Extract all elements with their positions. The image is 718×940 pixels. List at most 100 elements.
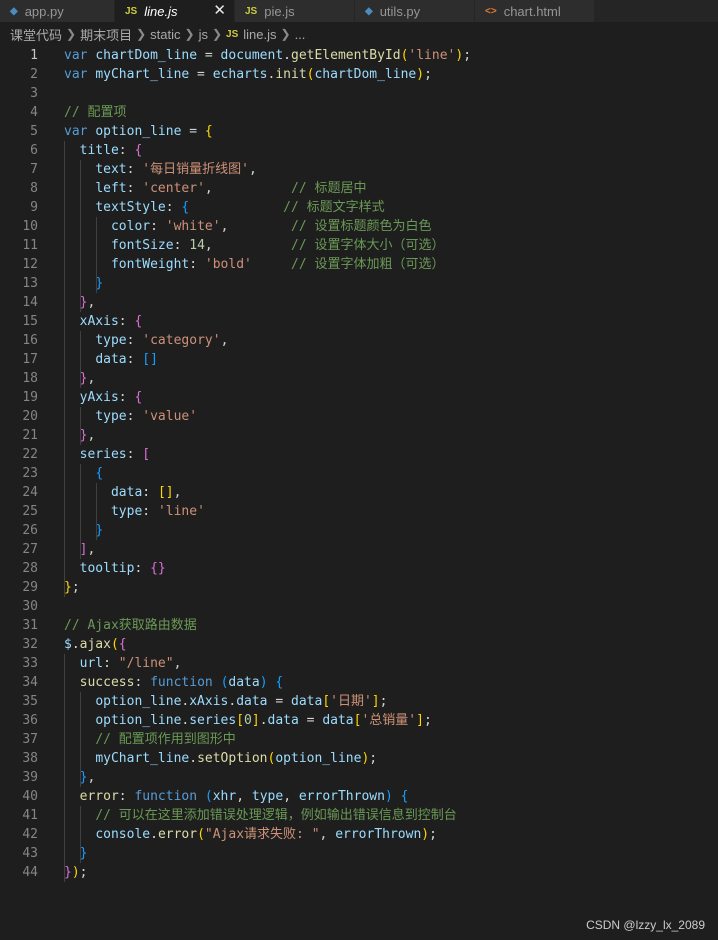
code-line[interactable]: 6 title: { (0, 141, 718, 160)
code-line[interactable]: 4 // 配置项 (0, 103, 718, 122)
code-text: var chartDom_line = document.getElementB… (64, 46, 471, 65)
breadcrumb-item[interactable]: line.js (243, 27, 276, 42)
code-line[interactable]: 10 color: 'white', // 设置标题颜色为白色 (0, 217, 718, 236)
code-token: '总销量' (361, 713, 417, 728)
code-line[interactable]: 40 error: function (xhr, type, errorThro… (0, 787, 718, 806)
code-token: , (236, 789, 252, 804)
code-line[interactable]: 39 }, (0, 768, 718, 787)
code-line[interactable]: 26 } (0, 521, 718, 540)
code-line[interactable]: 30 (0, 597, 718, 616)
close-icon[interactable]: ✕ (213, 1, 226, 19)
tab-chart-html[interactable]: <> chart.html (475, 0, 595, 22)
code-token: ) (384, 789, 393, 804)
tab-pie-js[interactable]: JS pie.js (235, 0, 355, 22)
code-line[interactable]: 23 { (0, 464, 718, 483)
code-line[interactable]: 27 ], (0, 540, 718, 559)
code-line[interactable]: 37 // 配置项作用到图形中 (0, 730, 718, 749)
code-line[interactable]: 36 option_line.series[0].data = data['总销… (0, 711, 718, 730)
code-token: ( (197, 827, 205, 842)
code-line[interactable]: 20 type: 'value' (0, 407, 718, 426)
code-token: = (298, 713, 323, 728)
line-number: 38 (22, 751, 38, 766)
code-line[interactable]: 11 fontSize: 14, // 设置字体大小（可选） (0, 236, 718, 255)
line-number: 4 (30, 105, 38, 120)
line-number: 27 (22, 542, 38, 557)
chevron-right-icon: ❯ (66, 27, 77, 41)
code-token: { (400, 789, 409, 804)
code-editor[interactable]: 1 var chartDom_line = document.getElement… (0, 46, 718, 906)
code-text: }); (64, 863, 87, 882)
code-line[interactable]: 9 textStyle: { // 标题文字样式 (0, 198, 718, 217)
code-text: type: 'line' (64, 502, 205, 521)
breadcrumb-item[interactable]: 期末项目 (80, 25, 132, 44)
breadcrumb-item[interactable]: js (199, 27, 208, 42)
code-token: 'bold' (204, 257, 252, 272)
code-token: echarts (212, 67, 268, 82)
code-token: ( (110, 637, 119, 652)
code-token: fontSize (110, 238, 174, 253)
code-line[interactable]: 33 url: "/line", (0, 654, 718, 673)
code-token: option_line (275, 751, 362, 766)
indent-guide (80, 407, 81, 445)
code-token: url (79, 656, 104, 671)
code-line[interactable]: 43 } (0, 844, 718, 863)
code-line[interactable]: 15 xAxis: { (0, 312, 718, 331)
code-token: [ (322, 694, 331, 709)
code-line[interactable]: 7 text: '每日销量折线图', (0, 160, 718, 179)
code-line[interactable]: 19 yAxis: { (0, 388, 718, 407)
code-line[interactable]: 38 myChart_line.setOption(option_line); (0, 749, 718, 768)
code-line[interactable]: 44}); (0, 863, 718, 882)
code-token: , (319, 827, 336, 842)
line-number: 7 (30, 162, 38, 177)
code-line[interactable]: 29}; (0, 578, 718, 597)
code-line[interactable]: 16 type: 'category', (0, 331, 718, 350)
code-token: type (95, 409, 127, 424)
code-line[interactable]: 24 data: [], (0, 483, 718, 502)
code-line[interactable]: 3 (0, 84, 718, 103)
code-line[interactable]: 32 $.ajax({ (0, 635, 718, 654)
code-text: }; (64, 578, 80, 597)
indent-guide (80, 160, 81, 312)
breadcrumb-item[interactable]: static (150, 27, 180, 42)
line-number: 21 (22, 428, 38, 443)
line-number: 15 (22, 314, 38, 329)
line-number: 9 (30, 200, 38, 215)
code-line[interactable]: 35 option_line.xAxis.data = data['日期']; (0, 692, 718, 711)
code-line[interactable]: 17 data: [] (0, 350, 718, 369)
breadcrumb-item[interactable]: 课堂代码 (10, 25, 62, 44)
code-line[interactable]: 13 } (0, 274, 718, 293)
line-number: 3 (30, 86, 38, 101)
code-token: [ (236, 713, 245, 728)
code-line[interactable]: 42 console.error("Ajax请求失败: ", errorThro… (0, 825, 718, 844)
indent-guide (96, 483, 97, 540)
code-line[interactable]: 8 left: 'center', // 标题居中 (0, 179, 718, 198)
code-token: : (142, 485, 158, 500)
code-line[interactable]: 18 }, (0, 369, 718, 388)
code-text: color: 'white', // 设置标题颜色为白色 (64, 217, 432, 236)
code-line[interactable]: 41 // 可以在这里添加错误处理逻辑，例如输出错误信息到控制台 (0, 806, 718, 825)
code-line[interactable]: 25 type: 'line' (0, 502, 718, 521)
tab-utils-py[interactable]: ◆ utils.py (355, 0, 475, 22)
code-line[interactable]: 5 var option_line = { (0, 122, 718, 141)
code-text: var option_line = { (64, 122, 213, 141)
code-line[interactable]: 2 var myChart_line = echarts.init(chartDo… (0, 65, 718, 84)
code-token: // 设置字体大小（可选） (291, 238, 445, 253)
code-line[interactable]: 31 // Ajax获取路由数据 (0, 616, 718, 635)
code-line[interactable]: 21 }, (0, 426, 718, 445)
code-line[interactable]: 28 tooltip: {} (0, 559, 718, 578)
breadcrumb-item[interactable]: ... (295, 27, 306, 42)
tab-app-py[interactable]: ◆ app.py (0, 0, 115, 22)
code-line[interactable]: 1 var chartDom_line = document.getElement… (0, 46, 718, 65)
tab-line-js[interactable]: JS line.js ✕ (115, 0, 235, 22)
code-line[interactable]: 12 fontWeight: 'bold' // 设置字体加粗（可选） (0, 255, 718, 274)
code-line[interactable]: 14 }, (0, 293, 718, 312)
code-line[interactable]: 22 series: [ (0, 445, 718, 464)
code-line[interactable]: 34 success: function (data) { (0, 673, 718, 692)
code-token: , (87, 428, 96, 443)
